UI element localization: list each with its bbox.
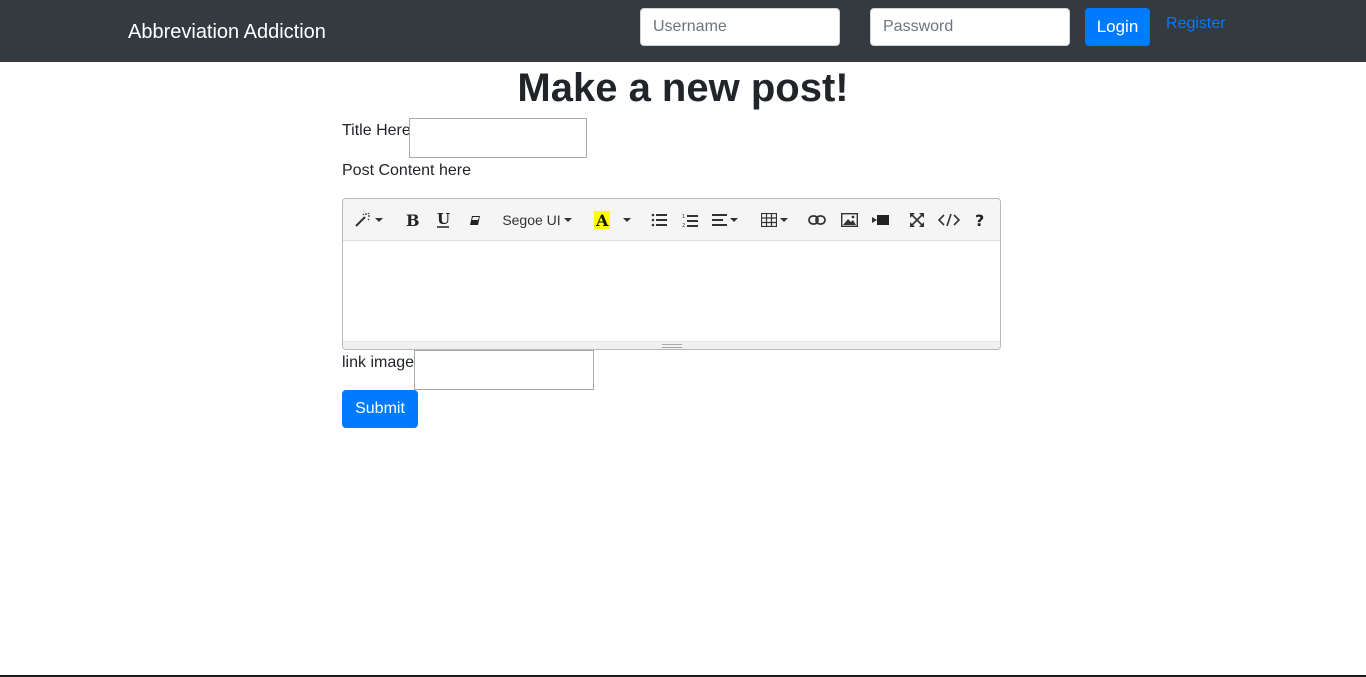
title-label: Title Here	[342, 122, 411, 139]
svg-text:?: ?	[975, 212, 984, 228]
svg-text:B: B	[406, 212, 419, 228]
rich-text-editor: B U Segoe UI A 1 2 ?	[342, 198, 1001, 350]
picture-button[interactable]	[838, 206, 860, 234]
align-icon	[712, 214, 727, 226]
text-color-icon: A	[594, 211, 610, 229]
magic-wand-icon	[354, 212, 372, 228]
link-image-input[interactable]	[414, 350, 594, 390]
register-link[interactable]: Register	[1166, 14, 1226, 34]
unordered-list-icon	[651, 213, 667, 227]
help-icon: ?	[974, 212, 986, 228]
title-input[interactable]	[409, 118, 587, 158]
page-title: Make a new post!	[517, 66, 849, 110]
paragraph-button[interactable]	[710, 206, 740, 234]
code-view-icon	[938, 214, 960, 226]
ordered-list-button[interactable]: 1 2	[679, 206, 701, 234]
chevron-down-icon	[563, 218, 572, 222]
chevron-down-icon	[779, 218, 788, 222]
font-name-label: Segoe UI	[502, 212, 561, 228]
editor-toolbar: B U Segoe UI A 1 2 ?	[343, 199, 1000, 241]
password-input[interactable]	[870, 8, 1070, 46]
table-icon	[760, 213, 777, 227]
content-label: Post Content here	[342, 162, 471, 179]
eraser-icon	[468, 213, 482, 227]
style-button[interactable]	[353, 206, 383, 234]
login-button[interactable]: Login	[1085, 8, 1150, 46]
svg-text:2: 2	[682, 223, 685, 228]
svg-text:1: 1	[682, 214, 685, 220]
brand-link[interactable]: Abbreviation Addiction	[128, 19, 326, 45]
submit-button[interactable]: Submit	[342, 390, 418, 428]
font-name-dropdown[interactable]: Segoe UI	[499, 206, 575, 234]
link-button[interactable]	[806, 206, 828, 234]
code-view-button[interactable]	[935, 206, 963, 234]
underline-icon: U	[436, 211, 450, 229]
editor-resize-bar[interactable]	[343, 341, 1000, 349]
link-image-label: link image	[342, 354, 415, 371]
ordered-list-icon: 1 2	[682, 213, 698, 228]
help-button[interactable]: ?	[969, 206, 991, 234]
chevron-down-icon	[623, 218, 631, 222]
bold-button[interactable]: B	[401, 206, 423, 234]
video-button[interactable]	[869, 206, 891, 234]
table-button[interactable]	[759, 206, 789, 234]
link-icon	[808, 215, 826, 225]
underline-button[interactable]: U	[432, 206, 454, 234]
text-color-button[interactable]: A	[591, 206, 613, 234]
unordered-list-button[interactable]	[648, 206, 670, 234]
clear-format-button[interactable]	[464, 206, 486, 234]
svg-text:U: U	[437, 211, 450, 228]
editor-content-area[interactable]	[343, 241, 1000, 341]
fullscreen-button[interactable]	[906, 206, 928, 234]
chevron-down-icon	[374, 218, 383, 222]
chevron-down-icon	[730, 218, 738, 222]
picture-icon	[840, 213, 858, 227]
color-dropdown-button[interactable]	[619, 206, 635, 234]
navbar: Abbreviation Addiction Login Register	[0, 0, 1366, 62]
video-icon	[871, 214, 889, 226]
username-input[interactable]	[640, 8, 840, 46]
fullscreen-icon	[910, 213, 924, 227]
bold-icon: B	[405, 212, 419, 228]
svg-text:A: A	[595, 211, 609, 229]
resize-grip-icon	[661, 343, 682, 348]
